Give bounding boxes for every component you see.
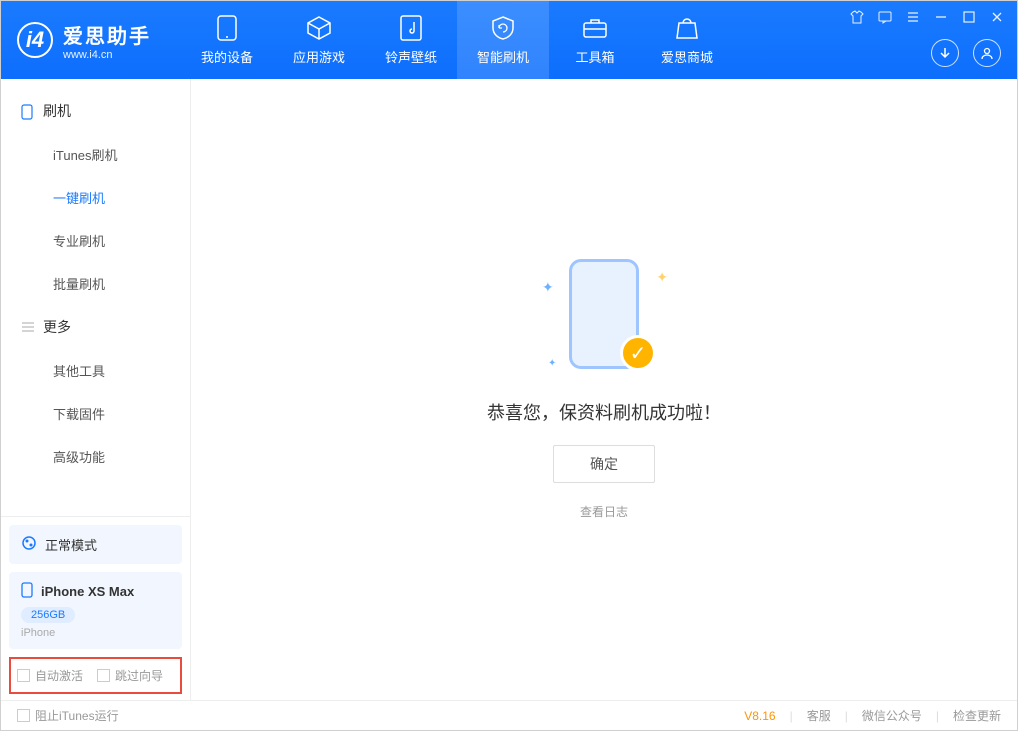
tab-label: 工具箱 [575, 47, 614, 66]
sidebar-item-download-firmware[interactable]: 下载固件 [1, 392, 190, 435]
app-logo-icon: i4 [17, 22, 53, 58]
sparkle-icon: ✦ [656, 269, 668, 286]
list-icon [21, 320, 35, 334]
tab-my-device[interactable]: 我的设备 [181, 1, 273, 79]
user-button[interactable] [973, 39, 1001, 67]
status-right: V8.16 | 客服 | 微信公众号 | 检查更新 [744, 707, 1001, 724]
checkbox-label: 跳过向导 [115, 667, 163, 684]
view-log-link[interactable]: 查看日志 [580, 503, 628, 520]
sidebar-group-more[interactable]: 更多 [1, 305, 190, 349]
top-tabs: 我的设备 应用游戏 铃声壁纸 智能刷机 工具箱 爱思商城 [181, 1, 733, 79]
sidebar-item-advanced[interactable]: 高级功能 [1, 435, 190, 478]
app-title: 爱思助手 [63, 20, 151, 49]
tab-label: 应用游戏 [293, 47, 345, 66]
toolbox-icon [582, 15, 608, 41]
device-name-row: iPhone XS Max [21, 582, 170, 601]
statusbar: 阻止iTunes运行 V8.16 | 客服 | 微信公众号 | 检查更新 [1, 700, 1017, 730]
support-link[interactable]: 客服 [807, 707, 831, 724]
body: 刷机 iTunes刷机 一键刷机 专业刷机 批量刷机 更多 其他工具 下载固件 … [1, 79, 1017, 700]
checkbox-icon [17, 709, 30, 722]
mode-label: 正常模式 [45, 535, 97, 554]
sparkle-icon: ✦ [542, 279, 554, 296]
checkbox-block-itunes[interactable]: 阻止iTunes运行 [17, 707, 119, 724]
tab-label: 我的设备 [201, 47, 253, 66]
tab-smart-flash[interactable]: 智能刷机 [457, 1, 549, 79]
checkbox-icon [17, 669, 30, 682]
bag-icon [674, 15, 700, 41]
result-message: 恭喜您，保资料刷机成功啦！ [487, 399, 721, 425]
device-type: iPhone [21, 627, 170, 639]
tab-label: 智能刷机 [477, 47, 529, 66]
separator: | [845, 709, 848, 723]
shirt-icon[interactable] [849, 9, 865, 25]
device-info[interactable]: iPhone XS Max 256GB iPhone [9, 572, 182, 649]
download-button[interactable] [931, 39, 959, 67]
wechat-link[interactable]: 微信公众号 [862, 707, 922, 724]
minimize-button[interactable] [933, 9, 949, 25]
sidebar-item-batch-flash[interactable]: 批量刷机 [1, 262, 190, 305]
shield-refresh-icon [490, 15, 516, 41]
tab-ringtone-wallpaper[interactable]: 铃声壁纸 [365, 1, 457, 79]
sidebar: 刷机 iTunes刷机 一键刷机 专业刷机 批量刷机 更多 其他工具 下载固件 … [1, 79, 191, 700]
mode-indicator[interactable]: 正常模式 [9, 525, 182, 564]
window-controls [849, 9, 1005, 25]
app-subtitle: www.i4.cn [63, 49, 151, 61]
separator: | [790, 709, 793, 723]
app-logo-text: 爱思助手 www.i4.cn [63, 20, 151, 61]
music-file-icon [398, 15, 424, 41]
device-small-icon [21, 582, 33, 601]
check-update-link[interactable]: 检查更新 [953, 707, 1001, 724]
app-logo-area: i4 爱思助手 www.i4.cn [17, 20, 151, 61]
sidebar-item-pro-flash[interactable]: 专业刷机 [1, 219, 190, 262]
titlebar: i4 爱思助手 www.i4.cn 我的设备 应用游戏 铃声壁纸 智能刷机 工具… [1, 1, 1017, 79]
device-name: iPhone XS Max [41, 584, 134, 599]
tab-apps-games[interactable]: 应用游戏 [273, 1, 365, 79]
menu-icon[interactable] [905, 9, 921, 25]
header-actions [931, 39, 1001, 67]
checkbox-label: 自动激活 [35, 667, 83, 684]
version-label: V8.16 [744, 709, 775, 723]
ok-button[interactable]: 确定 [553, 445, 655, 483]
tab-label: 爱思商城 [661, 47, 713, 66]
separator: | [936, 709, 939, 723]
sidebar-group-title: 刷机 [43, 101, 71, 121]
checkbox-auto-activate[interactable]: 自动激活 [17, 667, 83, 684]
success-illustration: ✦ ✦ ✦ ✓ [534, 259, 674, 379]
sidebar-group-title: 更多 [43, 317, 71, 337]
checkbox-label: 阻止iTunes运行 [35, 707, 119, 724]
highlighted-options: 自动激活 跳过向导 [9, 657, 182, 694]
device-icon [214, 15, 240, 41]
close-button[interactable] [989, 9, 1005, 25]
checkbox-skip-guide[interactable]: 跳过向导 [97, 667, 163, 684]
device-capacity: 256GB [21, 607, 75, 623]
feedback-icon[interactable] [877, 9, 893, 25]
sparkle-icon: ✦ [548, 358, 556, 369]
cube-icon [306, 15, 332, 41]
mode-icon [21, 535, 37, 554]
checkbox-icon [97, 669, 110, 682]
check-badge-icon: ✓ [620, 335, 656, 371]
tab-label: 铃声壁纸 [385, 47, 437, 66]
sidebar-item-other-tools[interactable]: 其他工具 [1, 349, 190, 392]
tab-toolbox[interactable]: 工具箱 [549, 1, 641, 79]
tab-store[interactable]: 爱思商城 [641, 1, 733, 79]
sidebar-bottom: 正常模式 iPhone XS Max 256GB iPhone 自动激活 跳过向… [1, 516, 190, 700]
sidebar-scroll: 刷机 iTunes刷机 一键刷机 专业刷机 批量刷机 更多 其他工具 下载固件 … [1, 79, 190, 516]
phone-small-icon [21, 104, 35, 118]
maximize-button[interactable] [961, 9, 977, 25]
main-content: ✦ ✦ ✦ ✓ 恭喜您，保资料刷机成功啦！ 确定 查看日志 [191, 79, 1017, 700]
sidebar-item-itunes-flash[interactable]: iTunes刷机 [1, 133, 190, 176]
status-left: 阻止iTunes运行 [17, 707, 119, 724]
sidebar-item-one-click-flash[interactable]: 一键刷机 [1, 176, 190, 219]
sidebar-group-flash[interactable]: 刷机 [1, 89, 190, 133]
